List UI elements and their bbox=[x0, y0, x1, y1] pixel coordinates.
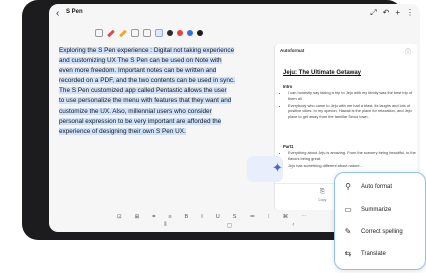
panel-bullet: Jeju has something different about natur… bbox=[288, 163, 416, 169]
chevron-right-icon: › bbox=[290, 161, 294, 173]
eraser-icon[interactable] bbox=[131, 29, 139, 37]
add-icon[interactable]: + bbox=[395, 8, 400, 18]
menu-item-auto-format[interactable]: ⚲ Auto format bbox=[343, 182, 392, 192]
auto-format-icon: ⚲ bbox=[345, 182, 351, 191]
panel-info-icon[interactable]: ⓘ bbox=[405, 47, 411, 56]
text-line: to use personalize the menu with feature… bbox=[59, 97, 232, 105]
translate-icon: ⇆ bbox=[344, 249, 352, 258]
drawing-toolbar bbox=[95, 29, 203, 37]
format-icon[interactable]: ⌗ bbox=[152, 214, 155, 221]
sparkle-icon: ✦ bbox=[272, 160, 283, 175]
panel-title: Jeju: The Ultimate Getaway bbox=[283, 70, 362, 76]
format-icon[interactable]: ⊞ bbox=[135, 214, 140, 221]
menu-item-label: Translate bbox=[361, 251, 386, 257]
color-blue[interactable] bbox=[187, 30, 193, 36]
ai-sparkle-button[interactable]: ✦ bbox=[247, 156, 283, 182]
underline-icon[interactable]: U bbox=[216, 214, 220, 221]
copy-icon[interactable]: ⎘ bbox=[320, 189, 325, 196]
strike-icon[interactable]: S bbox=[233, 214, 237, 221]
text-line: Exploring the S Pen experience : Digital… bbox=[59, 47, 235, 54]
panel-bullet: Everybody who came to Jeju with me had a… bbox=[288, 103, 416, 120]
panel-bullets: I can honestly say taking a trip to Jeju… bbox=[283, 90, 416, 121]
note-body[interactable]: Exploring the S Pen experience : Digital… bbox=[59, 46, 264, 137]
ai-select-icon[interactable] bbox=[155, 29, 163, 37]
bold-icon[interactable]: B bbox=[185, 214, 189, 221]
top-right-actions: ⤢ ↶ + ⋮ bbox=[370, 8, 414, 18]
format-icon[interactable]: ≡ bbox=[168, 214, 171, 221]
text-line: personal expression to be very important… bbox=[59, 117, 222, 125]
lasso-icon[interactable] bbox=[143, 29, 151, 37]
system-nav-bar: ⦀ ▢ ‹ bbox=[164, 222, 294, 229]
ai-action-menu: ⚲ Auto format ▭ Summarize ✎ Correct spel… bbox=[334, 172, 426, 270]
note-title: S Pen bbox=[66, 9, 83, 15]
menu-item-translate[interactable]: ⇆ Translate bbox=[343, 249, 386, 259]
text-line: The S Pen customized app called Pentasti… bbox=[59, 87, 227, 95]
recents-icon[interactable]: ⦀ bbox=[164, 222, 167, 229]
more-icon[interactable]: ⋮ bbox=[406, 8, 414, 18]
panel-section-heading: Part1 bbox=[283, 144, 294, 149]
format-icon[interactable]: ⌘ bbox=[283, 214, 289, 221]
panel-bullets: Everything about Jeju is amazing. From t… bbox=[283, 150, 416, 170]
menu-item-label: Auto format bbox=[361, 184, 393, 190]
format-icon[interactable]: ⋯ bbox=[301, 214, 307, 221]
back-nav-icon[interactable]: ‹ bbox=[292, 222, 294, 229]
color-black[interactable] bbox=[167, 30, 173, 36]
menu-item-summarize[interactable]: ▭ Summarize bbox=[343, 205, 391, 215]
correct-spelling-icon: ✎ bbox=[344, 227, 352, 236]
panel-bullet: Everything about Jeju is amazing. From t… bbox=[288, 150, 416, 161]
resize-icon[interactable]: ⤢ bbox=[370, 8, 376, 18]
menu-item-label: Summarize bbox=[361, 207, 392, 213]
text-line: even more freedom. Important notes can b… bbox=[59, 67, 217, 75]
italic-icon[interactable]: I bbox=[201, 214, 203, 221]
text-line: customize the UX. Also, millennial users… bbox=[59, 107, 212, 115]
text-line: recorded on a PDF, and the two contents … bbox=[59, 77, 235, 85]
undo-icon[interactable]: ↶ bbox=[383, 8, 390, 18]
home-icon[interactable]: ▢ bbox=[227, 222, 233, 229]
text-line: and customizing UX The S Pen can be used… bbox=[59, 57, 222, 65]
top-bar: ‹ S Pen ⤢ ↶ + ⋮ bbox=[49, 4, 420, 24]
panel-section-heading: Intro bbox=[283, 84, 293, 89]
copy-label[interactable]: Copy bbox=[318, 198, 326, 202]
menu-item-label: Correct spelling bbox=[361, 229, 403, 235]
pen-icon[interactable] bbox=[107, 29, 115, 37]
format-icon[interactable]: ≔ bbox=[249, 214, 255, 221]
format-icon[interactable]: ⊡ bbox=[117, 214, 122, 221]
color-dark[interactable] bbox=[197, 30, 203, 36]
back-icon[interactable]: ‹ bbox=[56, 8, 59, 20]
summarize-icon: ▭ bbox=[344, 205, 352, 214]
text-line: experience of designing their own S Pen … bbox=[59, 127, 186, 135]
format-icon[interactable]: ⁝ bbox=[268, 214, 270, 221]
panel-bullet: I can honestly say taking a trip to Jeju… bbox=[288, 90, 416, 101]
keyboard-icon[interactable] bbox=[95, 29, 103, 37]
panel-header: Autoformat bbox=[280, 48, 305, 53]
color-red[interactable] bbox=[177, 30, 183, 36]
menu-item-correct-spelling[interactable]: ✎ Correct spelling bbox=[343, 227, 403, 237]
format-toolbar: ⊡ ⊞ ⌗ ≡ B I U S ≔ ⁝ ⌘ ⋯ bbox=[117, 214, 307, 221]
pencil-icon[interactable] bbox=[119, 29, 127, 37]
